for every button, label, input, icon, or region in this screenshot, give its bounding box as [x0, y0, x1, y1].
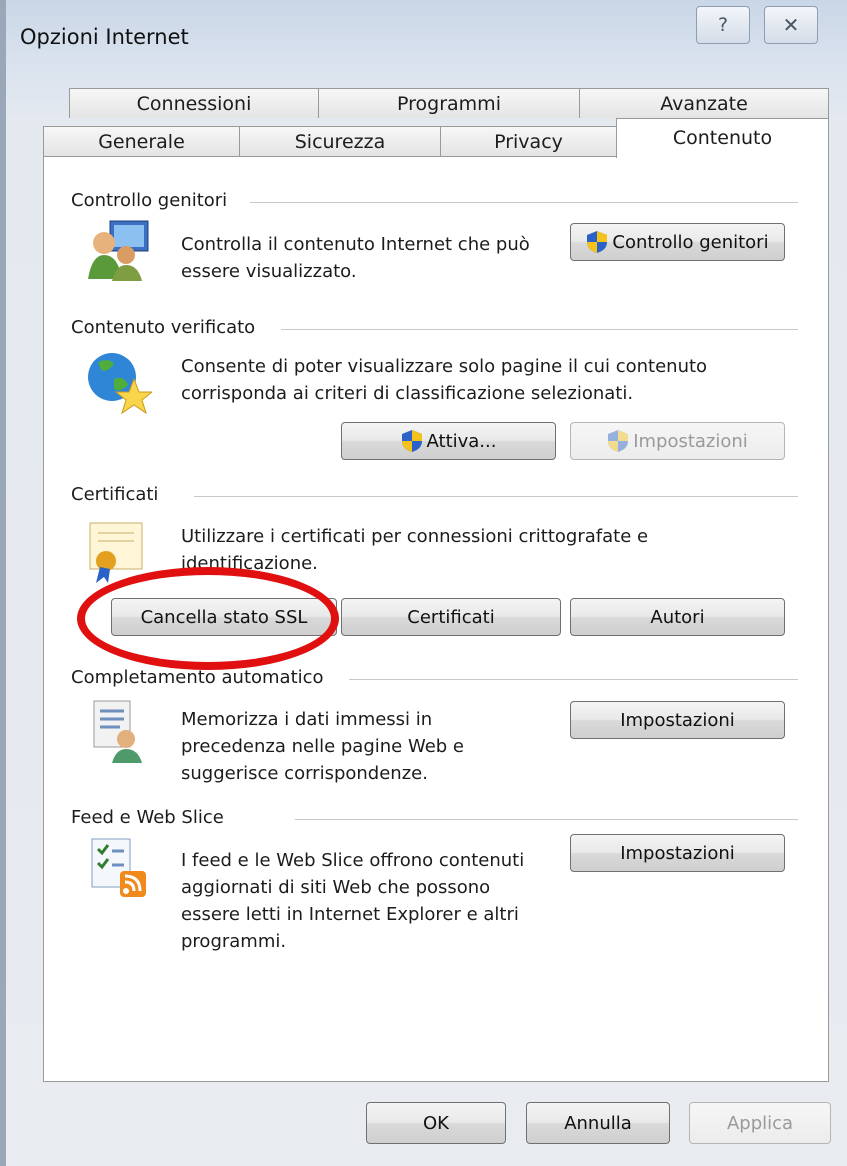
parental-controls-description: Controlla il contenuto Internet che può …: [181, 231, 530, 285]
feeds-desc-line-4: programmi.: [181, 931, 287, 952]
tab-contenuto[interactable]: Contenuto: [616, 118, 829, 158]
parental-desc-line-1: Controlla il contenuto Internet che può: [181, 234, 530, 255]
autocomplete-desc-line-2: precedenza nelle pagine Web e: [181, 736, 464, 757]
autocomplete-heading: Completamento automatico: [71, 667, 324, 688]
uac-shield-icon: [401, 430, 422, 452]
window-title: Opzioni Internet: [20, 25, 189, 49]
help-button[interactable]: ?: [696, 6, 750, 44]
autocomplete-desc-line-3: suggerisce corrispondenze.: [181, 763, 428, 784]
enable-content-advisor-button[interactable]: Attiva...: [341, 422, 556, 460]
content-advisor-settings-button[interactable]: Impostazioni: [570, 422, 785, 460]
divider: [250, 202, 798, 203]
tab-sicurezza[interactable]: Sicurezza: [239, 126, 441, 156]
cert-desc-line-1: Utilizzare i certificati per connessioni…: [181, 526, 649, 547]
divider: [194, 496, 798, 497]
divider: [295, 819, 798, 820]
divider: [281, 329, 798, 330]
highlight-ring: [77, 567, 339, 670]
feeds-settings-button[interactable]: Impostazioni: [570, 834, 785, 872]
apply-button[interactable]: Applica: [689, 1102, 831, 1144]
content-advisor-description: Consente di poter visualizzare solo pagi…: [181, 353, 707, 407]
autocomplete-desc-line-1: Memorizza i dati immessi in: [181, 709, 433, 730]
rated-desc-line-2: corrisponda ai criteri di classificazion…: [181, 383, 634, 404]
close-button[interactable]: ✕: [764, 6, 818, 44]
parental-controls-icon: [88, 220, 149, 281]
close-icon: ✕: [782, 13, 800, 37]
feeds-desc-line-1: I feed e le Web Slice offrono contenuti: [181, 850, 525, 871]
internet-options-window: Opzioni Internet ? ✕ Connessioni Program…: [0, 0, 847, 1166]
parental-desc-line-2: essere visualizzato.: [181, 261, 357, 282]
parental-controls-button[interactable]: Controllo genitori: [570, 223, 785, 261]
settings-button-label: Impostazioni: [633, 430, 748, 452]
feed-icon: [91, 838, 146, 897]
tab-avanzate[interactable]: Avanzate: [579, 88, 829, 118]
rated-desc-line-1: Consente di poter visualizzare solo pagi…: [181, 356, 708, 377]
feeds-description: I feed e le Web Slice offrono contenuti …: [181, 847, 524, 955]
cancel-button[interactable]: Annulla: [526, 1102, 670, 1144]
certificates-button[interactable]: Certificati: [341, 598, 561, 636]
globe-star-icon: [88, 353, 152, 415]
parental-controls-heading: Controllo genitori: [71, 190, 228, 211]
feeds-desc-line-3: essere letti in Internet Explorer e altr…: [181, 904, 519, 925]
autocomplete-icon: [93, 700, 142, 763]
tab-programmi[interactable]: Programmi: [318, 88, 580, 118]
publishers-button[interactable]: Autori: [570, 598, 785, 636]
enable-button-label: Attiva...: [426, 430, 497, 452]
feeds-desc-line-2: aggiornati di siti Web che possono: [181, 877, 491, 898]
uac-shield-icon: [608, 430, 629, 452]
uac-shield-icon: [587, 231, 608, 253]
parental-controls-button-label: Controllo genitori: [612, 231, 769, 253]
divider: [349, 679, 798, 680]
certificates-heading: Certificati: [71, 484, 159, 505]
feeds-heading: Feed e Web Slice: [71, 807, 224, 828]
content-advisor-heading: Contenuto verificato: [71, 317, 256, 338]
autocomplete-description: Memorizza i dati immessi in precedenza n…: [181, 706, 464, 787]
tab-privacy[interactable]: Privacy: [440, 126, 617, 156]
tab-connessioni[interactable]: Connessioni: [69, 88, 319, 118]
ok-button[interactable]: OK: [366, 1102, 506, 1144]
help-icon: ?: [717, 14, 729, 36]
tab-generale[interactable]: Generale: [43, 126, 240, 156]
autocomplete-settings-button[interactable]: Impostazioni: [570, 701, 785, 739]
